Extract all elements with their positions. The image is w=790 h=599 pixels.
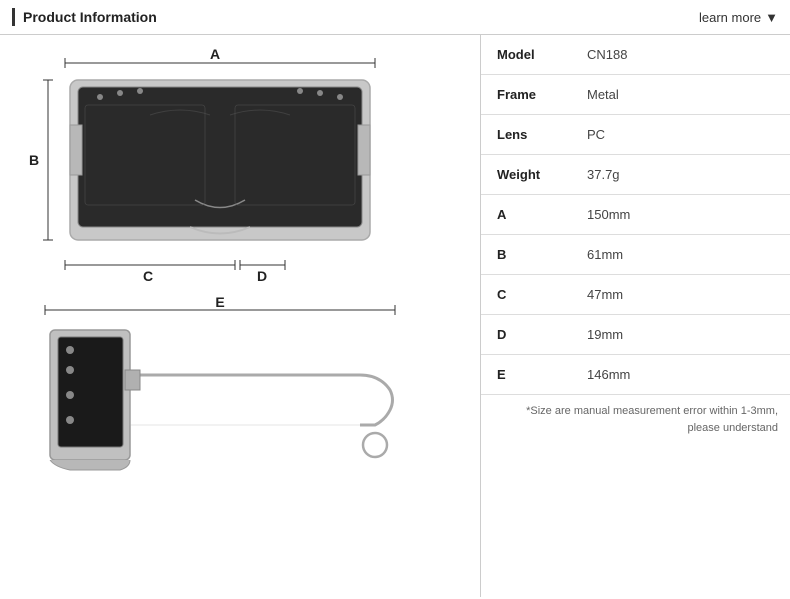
spec-value: PC: [571, 115, 790, 155]
spec-row: FrameMetal: [481, 75, 790, 115]
spec-note: *Size are manual measurement error withi…: [481, 395, 790, 444]
svg-text:E: E: [215, 295, 224, 310]
spec-row: Weight37.7g: [481, 155, 790, 195]
spec-value: 47mm: [571, 275, 790, 315]
svg-text:B: B: [29, 152, 39, 168]
spec-label: B: [481, 235, 571, 275]
spec-label: Model: [481, 35, 571, 75]
spec-label: A: [481, 195, 571, 235]
spec-value: 150mm: [571, 195, 790, 235]
spec-label: Frame: [481, 75, 571, 115]
side-view-svg: E: [20, 295, 420, 495]
spec-label: C: [481, 275, 571, 315]
side-view-diagram: E: [20, 295, 420, 495]
spec-row: C47mm: [481, 275, 790, 315]
header-divider: [12, 8, 15, 26]
spec-value: 61mm: [571, 235, 790, 275]
left-panel: A B C D: [0, 35, 480, 597]
page-title: Product Information: [23, 9, 157, 25]
svg-text:A: A: [210, 46, 220, 62]
top-view-svg: A B C D: [20, 45, 420, 295]
svg-text:C: C: [143, 268, 153, 284]
right-panel: ModelCN188FrameMetalLensPCWeight37.7gA15…: [480, 35, 790, 597]
spec-label: D: [481, 315, 571, 355]
header-left: Product Information: [12, 8, 157, 26]
spec-label: Lens: [481, 115, 571, 155]
spec-value: CN188: [571, 35, 790, 75]
dropdown-arrow: ▼: [765, 10, 778, 25]
top-view-diagram: A B C D: [20, 45, 420, 295]
spec-table: ModelCN188FrameMetalLensPCWeight37.7gA15…: [481, 35, 790, 395]
learn-more-label: learn more: [699, 10, 761, 25]
spec-value: Metal: [571, 75, 790, 115]
spec-row: B61mm: [481, 235, 790, 275]
spec-row: D19mm: [481, 315, 790, 355]
spec-row: ModelCN188: [481, 35, 790, 75]
spec-value: 146mm: [571, 355, 790, 395]
spec-value: 37.7g: [571, 155, 790, 195]
svg-text:D: D: [257, 268, 267, 284]
spec-label: E: [481, 355, 571, 395]
spec-value: 19mm: [571, 315, 790, 355]
spec-row: A150mm: [481, 195, 790, 235]
learn-more-button[interactable]: learn more ▼: [699, 10, 778, 25]
main-content: A B C D: [0, 35, 790, 597]
page-header: Product Information learn more ▼: [0, 0, 790, 35]
spec-row: E146mm: [481, 355, 790, 395]
spec-label: Weight: [481, 155, 571, 195]
spec-row: LensPC: [481, 115, 790, 155]
